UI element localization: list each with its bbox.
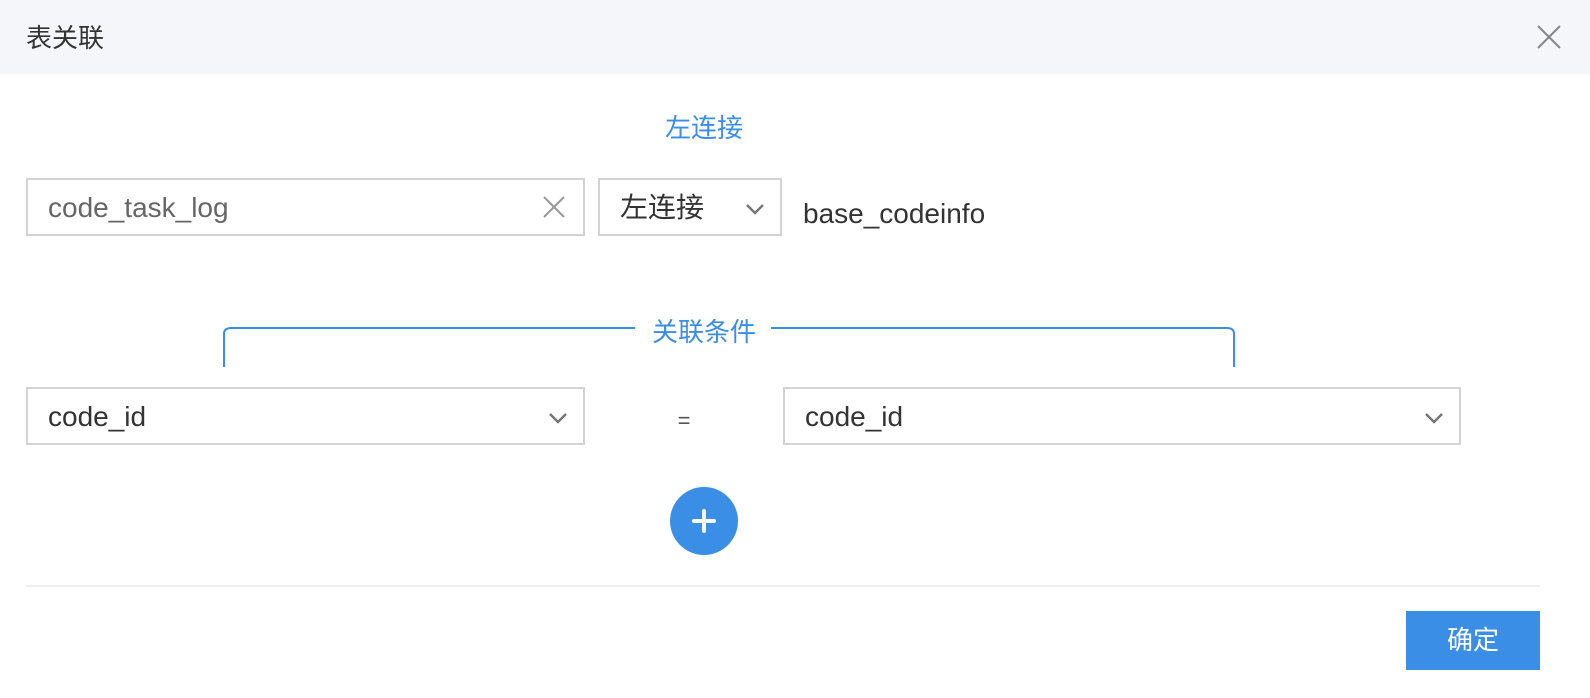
right-table-name: base_codeinfo (803, 198, 986, 229)
table-join-dialog: 表关联 左连接 code_task_log 左连接 base_codeinfo … (0, 0, 1590, 698)
clear-icon (543, 196, 565, 218)
footer-divider (26, 585, 1540, 587)
clear-left-table-button[interactable] (541, 194, 567, 220)
dialog-header: 表关联 (0, 0, 1590, 74)
join-type-value: 左连接 (620, 192, 705, 223)
join-type-heading: 左连接 (664, 113, 743, 143)
dialog-title: 表关联 (26, 23, 105, 53)
chevron-down-icon (549, 413, 567, 424)
conditions-heading: 关联条件 (651, 317, 756, 347)
close-button[interactable] (1534, 22, 1564, 52)
condition-right-field-select[interactable]: code_id (783, 387, 1461, 445)
left-table-select[interactable]: code_task_log (26, 178, 585, 236)
add-condition-button[interactable] (670, 487, 738, 555)
condition-left-field-select[interactable]: code_id (26, 387, 585, 445)
left-table-value: code_task_log (48, 192, 229, 223)
condition-operator: = (677, 408, 691, 433)
plus-icon (692, 509, 716, 533)
chevron-down-icon (1425, 413, 1443, 424)
join-type-select[interactable]: 左连接 (598, 178, 782, 236)
condition-right-field-value: code_id (805, 401, 904, 432)
close-icon (1537, 25, 1561, 49)
condition-left-field-value: code_id (48, 401, 147, 432)
chevron-down-icon (746, 204, 764, 215)
confirm-button[interactable]: 确定 (1406, 611, 1540, 670)
